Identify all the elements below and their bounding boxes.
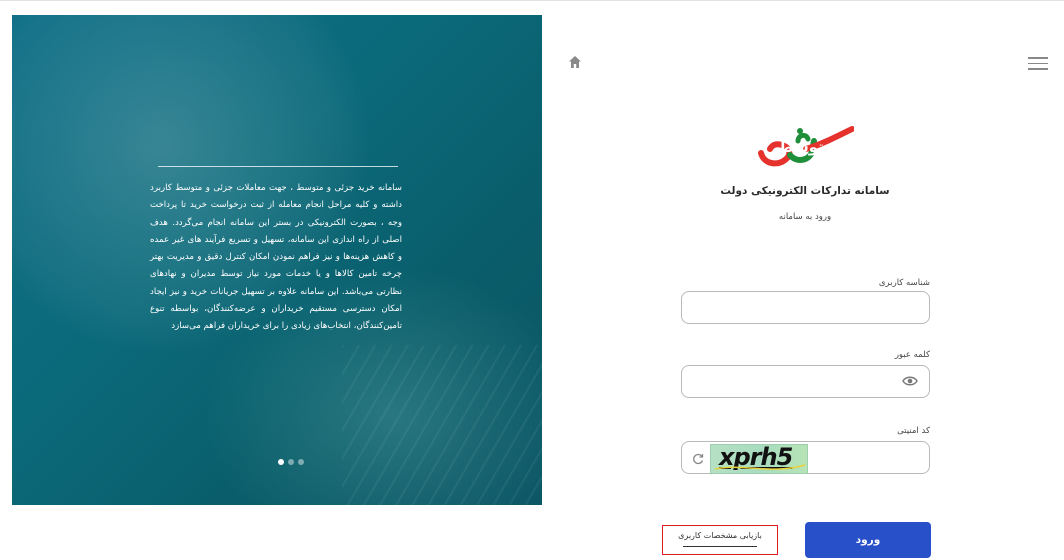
hero-title: خرید جزئی و متوسط — [777, 138, 934, 156]
username-label: شناسه کاربری — [878, 278, 930, 288]
home-icon[interactable] — [568, 55, 582, 69]
password-label: کلمه عبور — [894, 350, 930, 360]
recover-link-underline — [683, 546, 757, 547]
username-input[interactable] — [681, 291, 930, 324]
slider-dots — [278, 459, 304, 465]
slider-dot-3[interactable] — [298, 459, 304, 465]
slider-dot-2[interactable] — [288, 459, 294, 465]
refresh-captcha-icon[interactable] — [692, 453, 704, 465]
recover-credentials-link[interactable]: بازیابی مشخصات کاربری — [664, 531, 776, 540]
captcha-label: کد امنیتی — [897, 426, 930, 436]
slider-dot-1[interactable] — [278, 459, 284, 465]
captcha-noise — [714, 464, 806, 470]
hamburger-menu-icon[interactable] — [1028, 57, 1048, 71]
login-button[interactable]: ورود — [805, 522, 931, 558]
hero-decoration — [342, 345, 542, 505]
hero-divider — [158, 166, 398, 167]
org-name: سامانه تدارکات الکترونیکی دولت — [720, 185, 890, 197]
password-input[interactable] — [681, 365, 930, 398]
hero-description: سامانه خرید جزئی و متوسط ، جهت معاملات ج… — [150, 183, 402, 332]
login-page: خرید جزئی و متوسط سامانه خرید جزئی و متو… — [0, 0, 1064, 560]
recover-highlight-box — [662, 525, 778, 555]
show-password-eye-icon[interactable] — [902, 375, 918, 387]
login-subtitle: ورود به سامانه — [778, 212, 832, 222]
captcha-image: xprh5 — [710, 444, 808, 474]
